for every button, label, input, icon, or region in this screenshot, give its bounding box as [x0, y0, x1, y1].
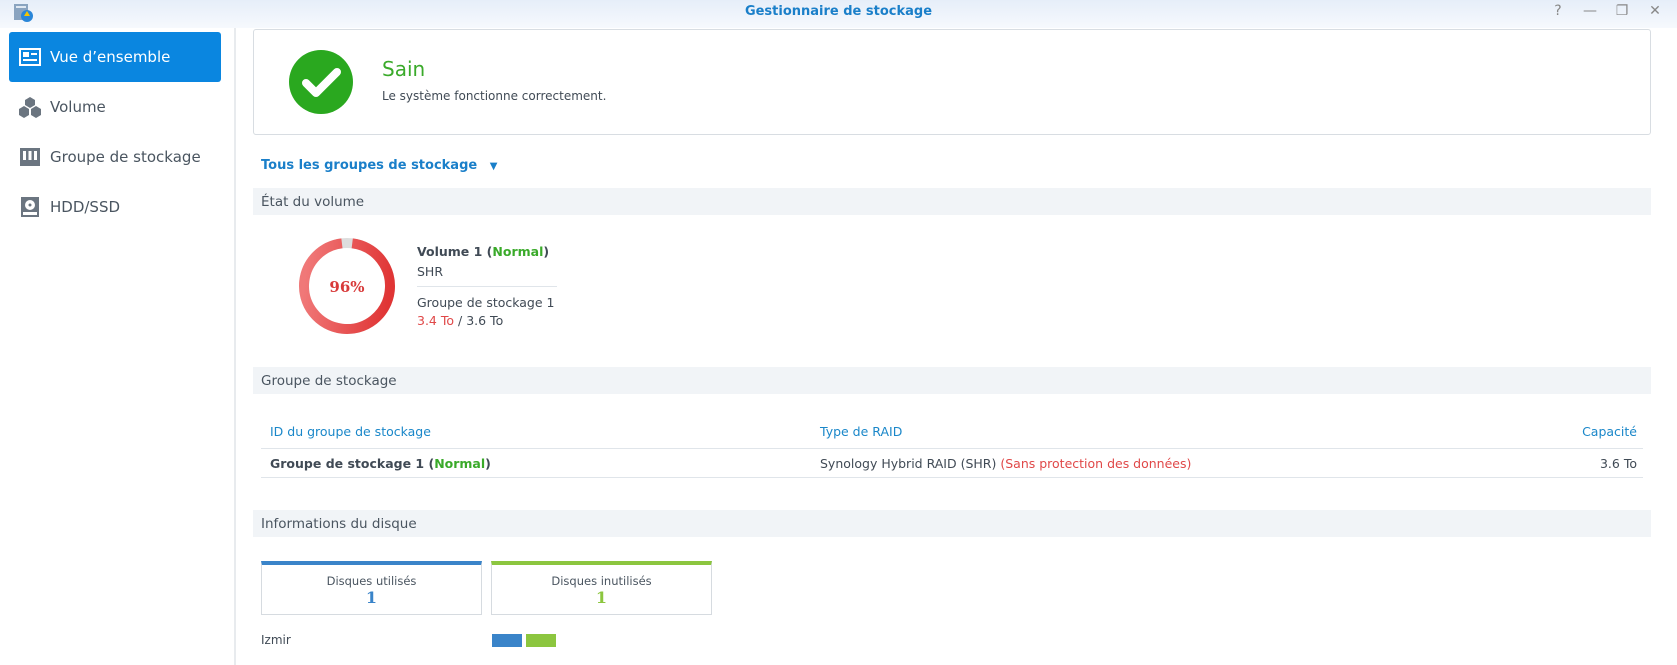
chevron-down-icon: ▼	[489, 161, 498, 172]
volume-icon	[19, 97, 41, 118]
volume-status-header: État du volume	[253, 188, 1651, 215]
sidebar-item-label: HDD/SSD	[50, 198, 121, 216]
check-icon	[289, 50, 353, 114]
disk-slot-unused[interactable]	[526, 634, 556, 647]
column-header-raid[interactable]: Type de RAID	[820, 424, 902, 439]
used-disks-label: Disques utilisés	[326, 574, 417, 588]
capacity-cell: 3.6 To	[1599, 456, 1637, 471]
window-title: Gestionnaire de stockage	[744, 4, 933, 19]
unused-disks-card: Disques inutilisés 1	[491, 561, 712, 615]
hdd-icon	[21, 197, 39, 217]
volume-type: SHR	[417, 264, 444, 279]
sidebar-item-overview[interactable]: Vue d’ensemble	[9, 32, 221, 82]
disk-slot-used[interactable]	[492, 634, 522, 647]
storage-pool-header: Groupe de stockage	[253, 367, 1651, 394]
title-bar: Gestionnaire de stockage ? — ❐ ✕	[0, 0, 1677, 28]
storage-pool-filter-dropdown[interactable]: Tous les groupes de stockage ▼	[261, 158, 497, 173]
help-button[interactable]: ?	[1548, 3, 1568, 19]
disk-info-header: Informations du disque	[253, 510, 1651, 537]
close-button[interactable]: ✕	[1645, 3, 1665, 19]
raid-warning: (Sans protection des données)	[1000, 456, 1192, 471]
raid-type: Synology Hybrid RAID (SHR)	[820, 456, 997, 471]
donut-percent-label: 96%	[329, 278, 364, 296]
restore-button[interactable]: ❐	[1612, 3, 1632, 19]
volume-pool: Groupe de stockage 1	[417, 295, 555, 310]
sidebar-item-volume[interactable]: Volume	[9, 82, 221, 132]
volume-usage-donut: 96%	[299, 238, 395, 334]
minimize-button[interactable]: —	[1580, 3, 1600, 19]
volume-total: 3.6 To	[466, 313, 504, 328]
sidebar-item-label: Vue d’ensemble	[50, 48, 171, 66]
column-header-capacity[interactable]: Capacité	[1582, 424, 1637, 439]
separator: /	[458, 313, 463, 328]
health-message: Le système fonctionne correctement.	[382, 89, 607, 103]
volume-capacity: 3.4 To / 3.6 To	[417, 313, 503, 328]
sidebar-item-label: Volume	[50, 98, 106, 116]
used-disks-count: 1	[365, 588, 378, 607]
raid-type-cell: Synology Hybrid RAID (SHR) (Sans protect…	[820, 456, 1191, 471]
host-name: Izmir	[261, 633, 291, 647]
filter-label: Tous les groupes de stockage	[261, 158, 478, 173]
sidebar-item-label: Groupe de stockage	[50, 148, 201, 166]
health-title: Sain	[382, 57, 426, 81]
sidebar: Vue d’ensemble Volume Groupe de stockage…	[0, 28, 236, 665]
storage-pool-icon	[20, 148, 40, 166]
pool-id: Groupe de stockage 1	[270, 456, 425, 471]
volume-name: Volume 1	[417, 244, 483, 259]
used-disks-card: Disques utilisés 1	[261, 561, 482, 615]
column-header-id[interactable]: ID du groupe de stockage	[270, 424, 431, 439]
pool-id-cell: Groupe de stockage 1 (Normal)	[270, 456, 491, 471]
sidebar-item-storage-pool[interactable]: Groupe de stockage	[9, 132, 221, 182]
unused-disks-count: 1	[595, 588, 608, 607]
overview-icon	[19, 48, 41, 66]
sidebar-item-hdd-ssd[interactable]: HDD/SSD	[9, 182, 221, 232]
volume-state: Normal	[492, 244, 544, 259]
pool-state: Normal	[434, 456, 486, 471]
volume-used: 3.4 To	[417, 313, 455, 328]
unused-disks-label: Disques inutilisés	[551, 574, 652, 588]
health-status-card: Sain Le système fonctionne correctement.	[253, 29, 1651, 135]
volume-title: Volume 1 (Normal)	[417, 244, 550, 259]
